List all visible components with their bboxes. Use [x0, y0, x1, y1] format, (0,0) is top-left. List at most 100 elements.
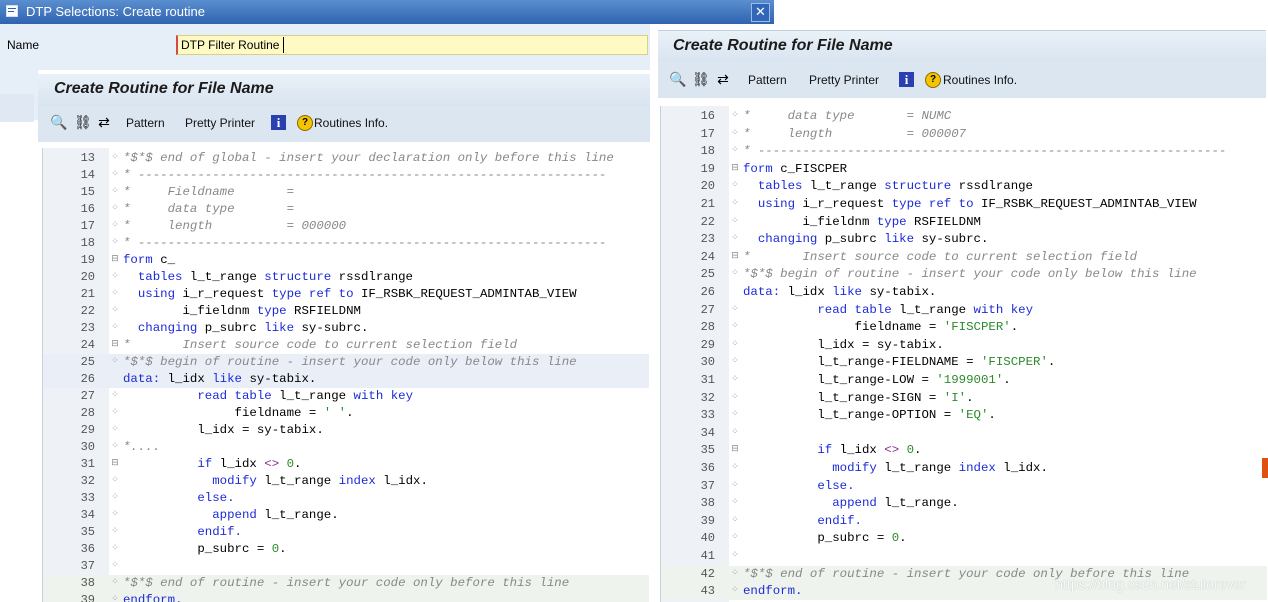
breakpoint-marker-icon[interactable]: ⁘ [111, 306, 119, 315]
code-line[interactable]: 19 ⊟ form c_FISCPER [661, 161, 1267, 178]
code-line[interactable]: 32 ⁘ modify l_t_range index l_idx. [43, 473, 649, 490]
code-line[interactable]: 39 ⁘ endif. [661, 513, 1267, 530]
find-icon[interactable]: 🔍 [50, 114, 67, 130]
code-line[interactable]: 29 ⁘ l_idx = sy-tabix. [661, 337, 1267, 354]
breakpoint-marker-icon[interactable]: ⁘ [111, 323, 119, 332]
breakpoint-marker-icon[interactable]: ⁘ [111, 510, 119, 519]
code-line[interactable]: 17 ⁘ * length = 000000 [43, 218, 649, 235]
breakpoint-marker-icon[interactable]: ⁘ [731, 392, 739, 401]
breakpoint-marker-icon[interactable]: ⁘ [731, 410, 739, 419]
code-line[interactable]: 15 ⁘ * Fieldname = [43, 184, 649, 201]
breakpoint-marker-icon[interactable]: ⁘ [731, 199, 739, 208]
close-icon[interactable]: ✕ [751, 3, 770, 22]
routines-info-button[interactable]: Routines Info. [943, 73, 1017, 87]
breakpoint-marker-icon[interactable]: ⁘ [111, 187, 119, 196]
find-icon[interactable]: 🔍 [669, 71, 686, 87]
code-line[interactable]: 30 ⁘ l_t_range-FIELDNAME = 'FISCPER'. [661, 354, 1267, 371]
code-line[interactable]: 18 ⁘ * -----------------------------------… [661, 143, 1267, 160]
code-line[interactable]: 30 ⁘ *.... [43, 439, 649, 456]
info-icon[interactable]: i [271, 115, 286, 130]
code-line[interactable]: 31 ⁘ l_t_range-LOW = '1999001'. [661, 372, 1267, 389]
breakpoint-marker-icon[interactable]: ⁘ [731, 515, 739, 524]
right-code-editor[interactable]: 16 ⁘ * data type = NUMC 17 ⁘ * length = 00000… [660, 106, 1267, 602]
breakpoint-marker-icon[interactable]: ⁘ [731, 146, 739, 155]
breakpoint-marker-icon[interactable]: ⁘ [111, 204, 119, 213]
breakpoint-marker-icon[interactable]: ⁘ [731, 533, 739, 542]
code-line[interactable]: 25 ⁘ *$*$ begin of routine - insert your c… [661, 266, 1267, 283]
breakpoint-marker-icon[interactable]: ⁘ [731, 551, 739, 560]
code-line[interactable]: 26 data: l_idx like sy-tabix. [43, 371, 649, 388]
breakpoint-marker-icon[interactable]: ⁘ [111, 170, 119, 179]
code-line[interactable]: 32 ⁘ l_t_range-SIGN = 'I'. [661, 390, 1267, 407]
breakpoint-marker-icon[interactable]: ⁘ [731, 269, 739, 278]
breakpoint-marker-icon[interactable]: ⁘ [731, 357, 739, 366]
breakpoint-marker-icon[interactable]: ⁘ [111, 476, 119, 485]
code-line[interactable]: 31 ⊟ if l_idx <> 0. [43, 456, 649, 473]
breakpoint-marker-icon[interactable]: ⁘ [111, 578, 119, 587]
code-line[interactable]: 21 ⁘ using i_r_request type ref to IF_RSB… [661, 196, 1267, 213]
code-line[interactable]: 40 ⁘ p_subrc = 0. [661, 530, 1267, 547]
code-line[interactable]: 22 ⁘ i_fieldnm type RSFIELDNM [661, 214, 1267, 231]
breakpoint-marker-icon[interactable]: ⁘ [731, 111, 739, 120]
hierarchy-icon[interactable]: ⛓ [74, 114, 92, 130]
breakpoint-marker-icon[interactable]: ⁘ [111, 595, 119, 602]
breakpoint-marker-icon[interactable]: ⁘ [111, 221, 119, 230]
left-code-editor[interactable]: 13 ⁘ *$*$ end of global - insert your decl… [42, 148, 649, 602]
code-line[interactable]: 24 ⊟ * Insert source code to current selec… [43, 337, 649, 354]
code-line[interactable]: 21 ⁘ using i_r_request type ref to IF_RSB… [43, 286, 649, 303]
code-line[interactable]: 33 ⁘ else. [43, 490, 649, 507]
pattern-button[interactable]: Pattern [126, 116, 165, 130]
breakpoint-marker-icon[interactable]: ⁘ [111, 289, 119, 298]
pretty-printer-button[interactable]: Pretty Printer [809, 73, 879, 87]
breakpoint-marker-icon[interactable]: ⁘ [111, 357, 119, 366]
breakpoint-marker-icon[interactable]: ⁘ [731, 586, 739, 595]
routines-info-icon[interactable]: ? [925, 72, 941, 88]
fold-toggle-icon[interactable]: ⊟ [731, 445, 739, 454]
code-line[interactable]: 16 ⁘ * data type = [43, 201, 649, 218]
breakpoint-marker-icon[interactable]: ⁘ [111, 425, 119, 434]
code-line[interactable]: 27 ⁘ read table l_t_range with key [43, 388, 649, 405]
fold-toggle-icon[interactable]: ⊟ [111, 340, 119, 349]
code-line[interactable]: 22 ⁘ i_fieldnm type RSFIELDNM [43, 303, 649, 320]
code-line[interactable]: 38 ⁘ append l_t_range. [661, 495, 1267, 512]
breakpoint-marker-icon[interactable]: ⁘ [731, 322, 739, 331]
hierarchy-icon[interactable]: ⛓ [692, 71, 710, 87]
code-line[interactable]: 28 ⁘ fieldname = 'FISCPER'. [661, 319, 1267, 336]
breakpoint-marker-icon[interactable]: ⁘ [731, 568, 739, 577]
fold-toggle-icon[interactable]: ⊟ [111, 255, 119, 264]
code-line[interactable]: 33 ⁘ l_t_range-OPTION = 'EQ'. [661, 407, 1267, 424]
pretty-printer-button[interactable]: Pretty Printer [185, 116, 255, 130]
breakpoint-marker-icon[interactable]: ⁘ [731, 304, 739, 313]
breakpoint-marker-icon[interactable]: ⁘ [111, 408, 119, 417]
code-line[interactable]: 18 ⁘ * -----------------------------------… [43, 235, 649, 252]
code-line[interactable]: 13 ⁘ *$*$ end of global - insert your decl… [43, 150, 649, 167]
info-icon[interactable]: i [899, 72, 914, 87]
name-input[interactable]: DTP Filter Routine [176, 35, 648, 55]
code-line[interactable]: 36 ⁘ p_subrc = 0. [43, 541, 649, 558]
breakpoint-marker-icon[interactable]: ⁘ [731, 181, 739, 190]
breakpoint-marker-icon[interactable]: ⁘ [111, 544, 119, 553]
code-line[interactable]: 16 ⁘ * data type = NUMC [661, 108, 1267, 125]
code-line[interactable]: 41 ⁘ [661, 548, 1267, 565]
code-line[interactable]: 39 ⁘ endform. [43, 592, 649, 602]
code-line[interactable]: 25 ⁘ *$*$ begin of routine - insert your c… [43, 354, 649, 371]
code-line[interactable]: 35 ⁘ endif. [43, 524, 649, 541]
navigate-icon[interactable]: ⇄ [715, 71, 731, 87]
code-line[interactable]: 35 ⊟ if l_idx <> 0. [661, 442, 1267, 459]
code-line[interactable]: 37 ⁘ else. [661, 478, 1267, 495]
code-line[interactable]: 20 ⁘ tables l_t_range structure rssdlrang… [661, 178, 1267, 195]
code-line[interactable]: 34 ⁘ [661, 425, 1267, 442]
code-line[interactable]: 19 ⊟ form c_ [43, 252, 649, 269]
breakpoint-marker-icon[interactable]: ⁘ [731, 427, 739, 436]
breakpoint-marker-icon[interactable]: ⁘ [111, 153, 119, 162]
breakpoint-marker-icon[interactable]: ⁘ [731, 375, 739, 384]
breakpoint-marker-icon[interactable]: ⁘ [731, 463, 739, 472]
code-line[interactable]: 23 ⁘ changing p_subrc like sy-subrc. [43, 320, 649, 337]
fold-toggle-icon[interactable]: ⊟ [731, 251, 739, 260]
routines-info-icon[interactable]: ? [297, 115, 313, 131]
code-line[interactable]: 29 ⁘ l_idx = sy-tabix. [43, 422, 649, 439]
code-line[interactable]: 38 ⁘ *$*$ end of routine - insert your cod… [43, 575, 649, 592]
routines-info-button[interactable]: Routines Info. [314, 116, 388, 130]
breakpoint-marker-icon[interactable]: ⁘ [111, 527, 119, 536]
breakpoint-marker-icon[interactable]: ⁘ [731, 128, 739, 137]
